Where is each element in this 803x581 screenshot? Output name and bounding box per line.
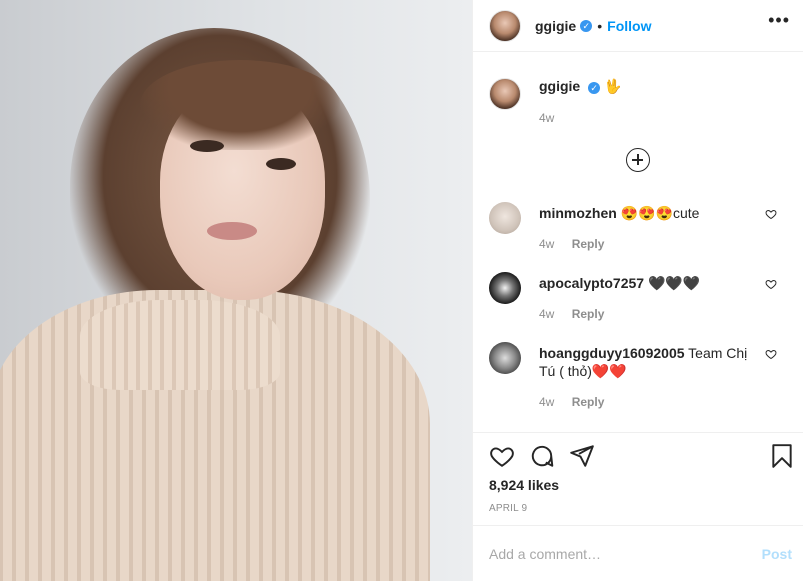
follow-button[interactable]: Follow bbox=[607, 18, 651, 34]
reply-button[interactable]: Reply bbox=[572, 307, 605, 321]
comment-item: hoanggduyy16092005 Team Chị Tú ( thỏ)❤️❤… bbox=[489, 342, 789, 418]
add-comment-bar: Post bbox=[473, 525, 803, 581]
comment-username[interactable]: hoanggduyy16092005 bbox=[539, 345, 685, 361]
separator-dot: • bbox=[597, 17, 603, 34]
photo-eye bbox=[190, 140, 224, 152]
comment-text: 🖤🖤🖤 bbox=[647, 275, 701, 291]
reply-button[interactable]: Reply bbox=[572, 395, 605, 409]
post-photo[interactable] bbox=[0, 0, 472, 581]
commenter-avatar[interactable] bbox=[489, 342, 521, 374]
load-more-comments-icon[interactable] bbox=[626, 148, 650, 172]
verified-badge-icon: ✓ bbox=[588, 82, 601, 94]
post-header: ggigie ✓ • Follow ••• bbox=[473, 0, 803, 52]
heart-icon[interactable] bbox=[489, 443, 515, 469]
comment-text: 😍😍😍cute bbox=[620, 205, 700, 221]
owner-avatar[interactable] bbox=[489, 9, 521, 42]
comment-input[interactable] bbox=[489, 546, 739, 562]
comment-icon[interactable] bbox=[529, 443, 555, 469]
photo-fringe bbox=[140, 60, 340, 150]
comment-meta: 4w Reply bbox=[539, 395, 604, 409]
commenter-avatar[interactable] bbox=[489, 202, 521, 234]
comment-username[interactable]: apocalypto7257 bbox=[539, 275, 644, 291]
comment-heart-icon[interactable] bbox=[765, 208, 777, 220]
comment-body: apocalypto7257 🖤🖤🖤 bbox=[539, 274, 754, 292]
comment-time[interactable]: 4w bbox=[539, 395, 554, 409]
post-date[interactable]: APRIL 9 bbox=[489, 503, 527, 514]
photo-lips bbox=[207, 222, 257, 240]
comment-body: hoanggduyy16092005 Team Chị Tú ( thỏ)❤️❤… bbox=[539, 344, 754, 380]
comment-meta: 4w Reply bbox=[539, 237, 604, 251]
photo-eye bbox=[266, 158, 296, 170]
likes-count[interactable]: 8,924 likes bbox=[489, 477, 559, 493]
comment-item: apocalypto7257 🖤🖤🖤 4w Reply bbox=[489, 272, 789, 328]
caption: ggigie ✓ 🖖 bbox=[539, 78, 621, 95]
comment-time[interactable]: 4w bbox=[539, 237, 554, 251]
post-button[interactable]: Post bbox=[762, 546, 792, 562]
caption-owner-avatar[interactable] bbox=[489, 78, 521, 110]
caption-time[interactable]: 4w bbox=[539, 111, 554, 125]
caption-username[interactable]: ggigie bbox=[539, 78, 580, 94]
verified-badge-icon: ✓ bbox=[580, 19, 593, 32]
actions-divider bbox=[473, 432, 803, 433]
comment-username[interactable]: minmozhen bbox=[539, 205, 617, 221]
comment-meta: 4w Reply bbox=[539, 307, 604, 321]
owner-username[interactable]: ggigie bbox=[535, 18, 576, 34]
share-icon[interactable] bbox=[569, 443, 595, 469]
post-panel: ggigie ✓ • Follow ••• ggigie ✓ 🖖 4w minm… bbox=[472, 0, 803, 581]
comment-body: minmozhen 😍😍😍cute bbox=[539, 204, 754, 222]
caption-text: 🖖 bbox=[604, 78, 622, 94]
comment-heart-icon[interactable] bbox=[765, 348, 777, 360]
owner-info: ggigie ✓ • Follow bbox=[535, 18, 651, 34]
reply-button[interactable]: Reply bbox=[572, 237, 605, 251]
more-options-icon[interactable]: ••• bbox=[768, 10, 790, 31]
comment-item: minmozhen 😍😍😍cute 4w Reply bbox=[489, 202, 789, 258]
commenter-avatar[interactable] bbox=[489, 272, 521, 304]
comment-time[interactable]: 4w bbox=[539, 307, 554, 321]
comment-heart-icon[interactable] bbox=[765, 278, 777, 290]
bookmark-icon[interactable] bbox=[769, 443, 795, 469]
photo-collar bbox=[80, 300, 280, 390]
